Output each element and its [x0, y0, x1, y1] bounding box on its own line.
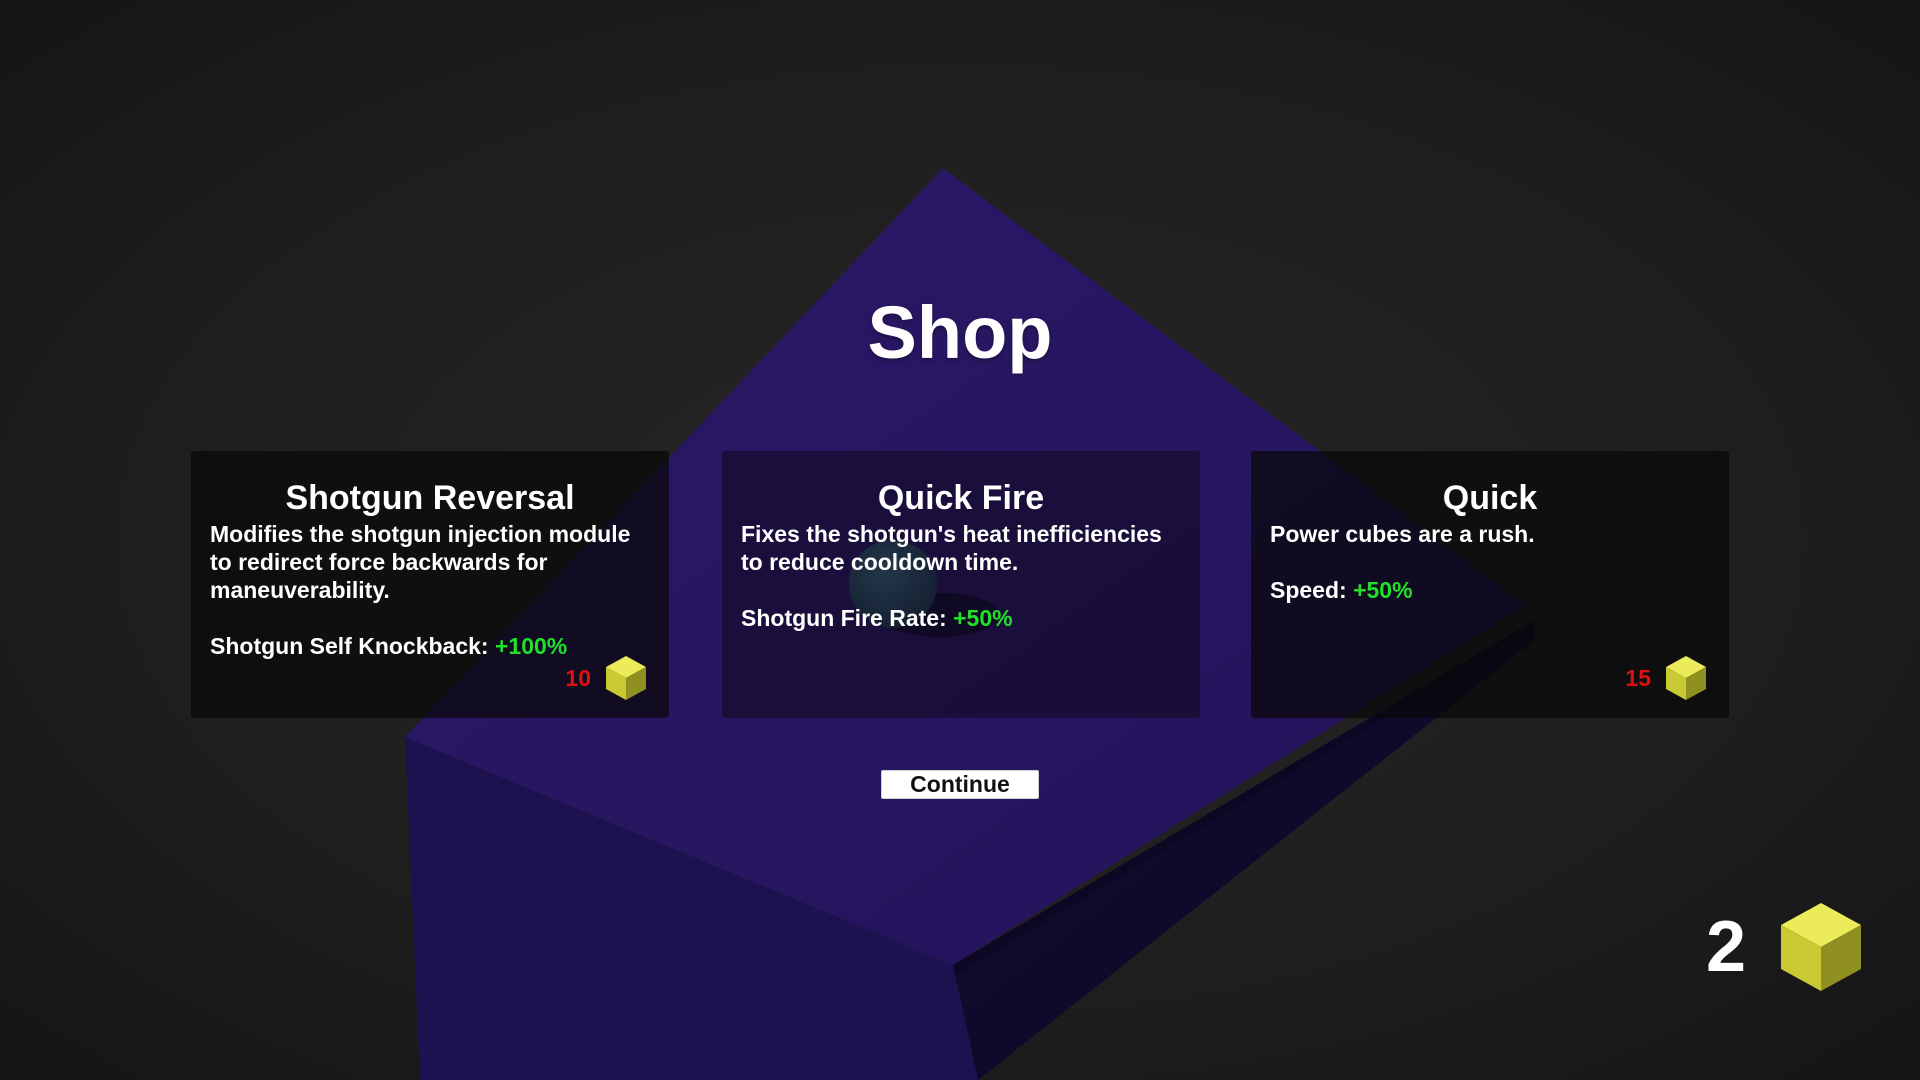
continue-button[interactable]: Continue — [881, 770, 1039, 799]
card-stat: Shotgun Self Knockback: +100% — [210, 632, 567, 660]
card-stat: Speed: +50% — [1270, 576, 1413, 604]
card-title: Quick — [1442, 479, 1538, 517]
upgrade-card-shotgun-reversal[interactable]: Shotgun Reversal Modifies the shotgun in… — [191, 451, 669, 718]
stat-value: +100% — [494, 633, 568, 659]
card-description: Modifies the shotgun injection module to… — [210, 521, 631, 603]
power-cube-icon — [1781, 903, 1861, 991]
game-screen: Shop Shotgun Reversal Modifies the shotg… — [0, 0, 1920, 1080]
price-row: 15 — [1625, 655, 1707, 701]
currency-count: 2 — [1705, 907, 1746, 987]
card-title: Shotgun Reversal — [285, 479, 575, 517]
card-title: Quick Fire — [877, 479, 1045, 517]
card-description: Power cubes are a rush. — [1270, 521, 1535, 547]
stat-label: Shotgun Fire Rate: — [741, 605, 947, 631]
power-cube-icon — [1666, 656, 1706, 700]
upgrade-card-quick-fire[interactable]: Quick Fire Fixes the shotgun's heat inef… — [722, 451, 1200, 718]
currency-display: 2 — [1706, 902, 1862, 992]
shop-title: Shop — [867, 291, 1053, 374]
card-price: 15 — [1625, 664, 1651, 691]
card-stat: Shotgun Fire Rate: +50% — [741, 604, 1013, 632]
card-price: 10 — [565, 664, 591, 691]
stat-label: Shotgun Self Knockback: — [210, 633, 489, 659]
upgrade-card-quick[interactable]: Quick Power cubes are a rush. Speed: +50… — [1251, 451, 1729, 718]
stat-value: +50% — [953, 605, 1013, 631]
power-cube-icon — [606, 656, 646, 700]
card-description: Fixes the shotgun's heat inefficiencies … — [741, 521, 1162, 575]
stat-value: +50% — [1353, 577, 1413, 603]
price-row: 10 — [565, 655, 647, 701]
stat-label: Speed: — [1270, 577, 1347, 603]
